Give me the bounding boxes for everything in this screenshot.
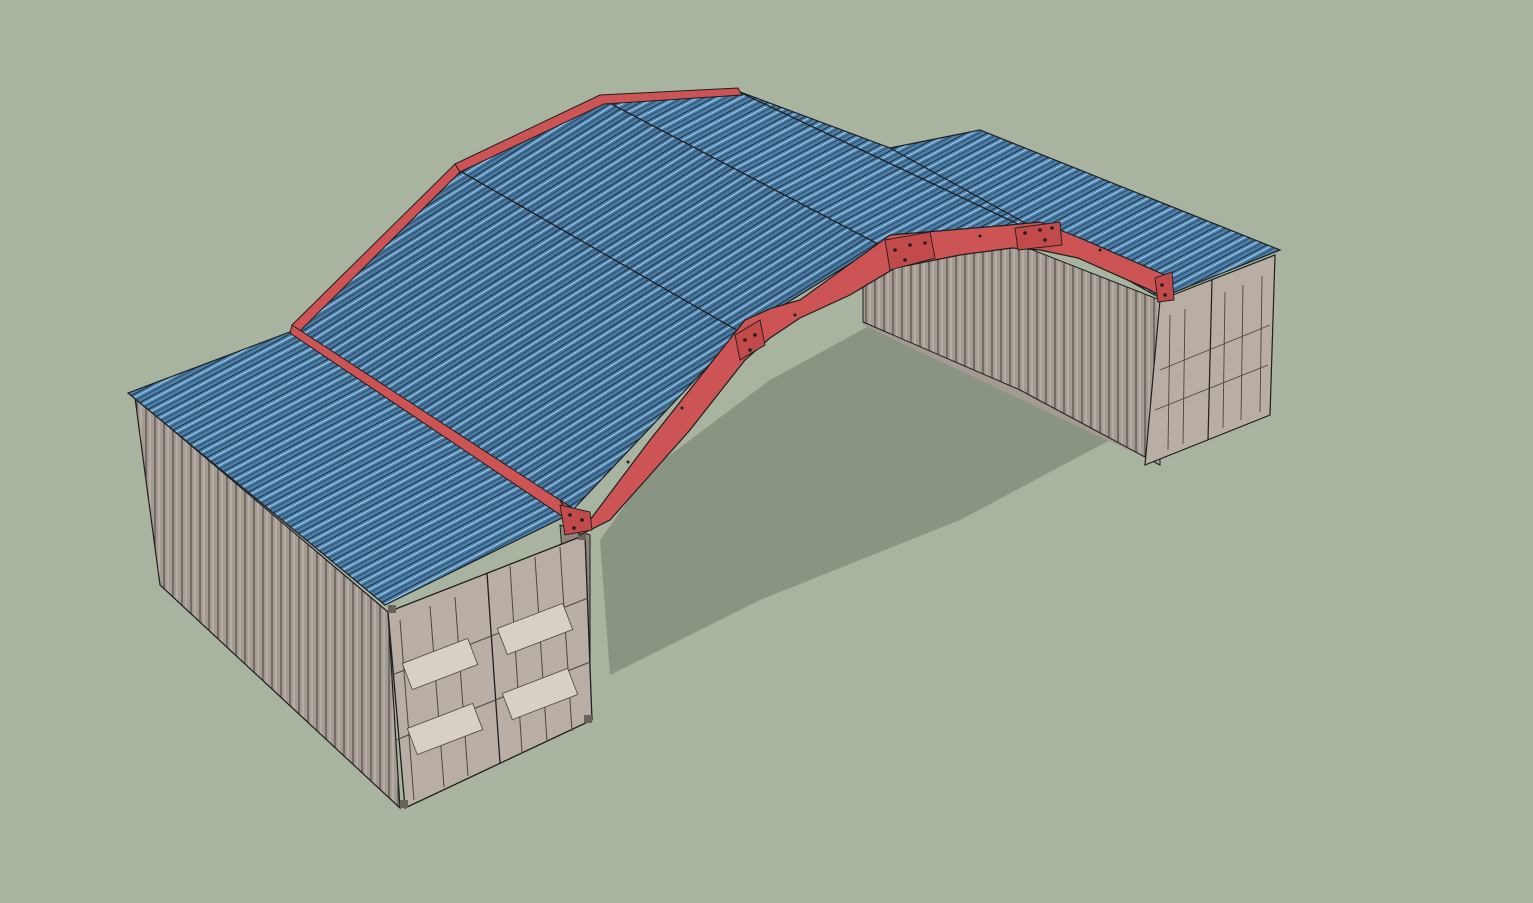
model-viewport[interactable] [0,0,1533,903]
container-shelter-model [126,87,1282,810]
